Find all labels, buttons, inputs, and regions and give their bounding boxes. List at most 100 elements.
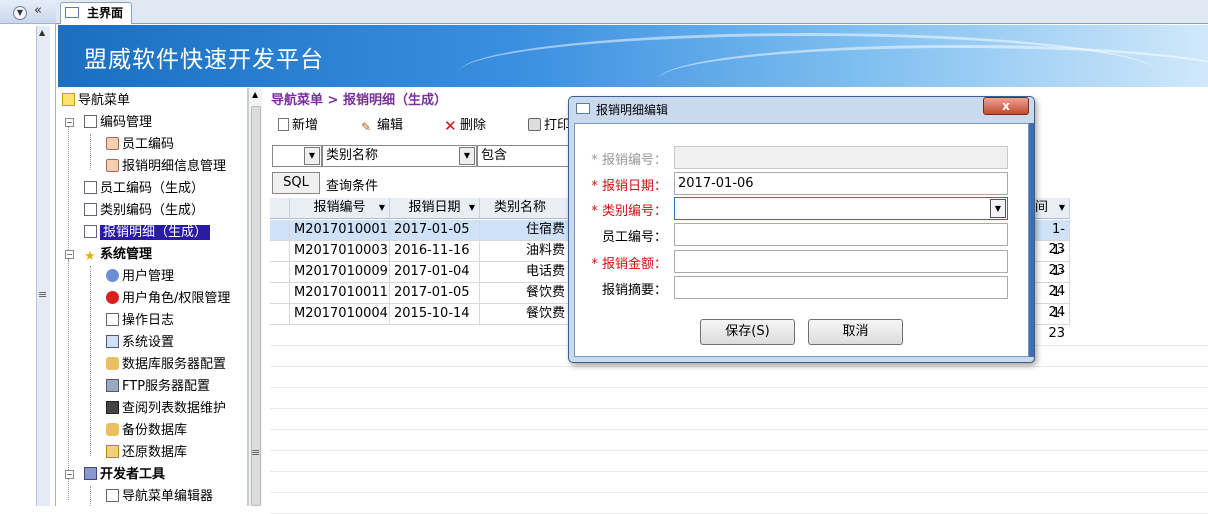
tree-item[interactable]: 开发者工具 [84,465,165,485]
table-cell[interactable]: 1-23 [1035,241,1070,278]
tree-item[interactable]: 还原数据库 [106,443,187,463]
chevron-down-icon[interactable]: ▼ [459,147,475,165]
tree-item-label: 员工编码 [122,137,175,152]
col-header-label: 报销编号 [313,200,366,215]
table-cell[interactable]: 2017-01-05 [390,220,480,241]
table-cell[interactable]: 2016-11-16 [390,241,480,262]
table-cell[interactable]: 餐饮费 [480,304,570,325]
chevron-down-icon[interactable]: ▼ [990,199,1006,218]
nav-pane-header [0,0,56,24]
table-cell[interactable]: 1-24 [1035,283,1070,320]
table-cell[interactable]: 油料费 [480,241,570,262]
tree-item-label: 导航菜单编辑器 [122,489,214,504]
field-input[interactable] [674,250,1008,273]
scroll-up-icon[interactable]: ▲ [252,90,258,99]
tree-item[interactable]: 备份数据库 [106,421,187,441]
table-cell[interactable]: 2017-01-05 [390,283,480,304]
chevron-down-icon[interactable]: ▼ [304,147,320,165]
dropdown-circle-icon[interactable]: ▼ [13,6,27,20]
tree-item[interactable]: 员工编码 [106,135,174,155]
table-cell[interactable]: M2017010001 [290,220,390,241]
tree-item-label: 报销明细（生成） [100,225,211,240]
sort-arrow-icon[interactable]: ▼ [1059,198,1065,218]
tree-item[interactable]: ★ 系统管理 [84,245,152,265]
table-cell[interactable]: 电话费 [480,262,570,283]
empty-grid-row [270,388,1208,409]
scroll-up-icon[interactable]: ▲ [39,28,45,37]
row-selector[interactable] [270,283,290,304]
table-cell[interactable]: 1-24 [1035,262,1070,299]
field-select[interactable]: 类别名称 ▼ [322,145,477,167]
nav-pane-scrollbar[interactable]: ▲ ≡ [36,26,50,506]
col-header-time[interactable]: 间 ▼ [1035,198,1070,219]
tree-item[interactable]: 操作日志 [106,311,174,331]
table-cell[interactable]: M2017010009 [290,262,390,283]
tree-item[interactable]: 报销明细信息管理 [106,157,226,177]
close-button[interactable]: x [983,97,1029,115]
sort-arrow-icon[interactable]: ▼ [469,198,475,218]
tree-item[interactable]: 导航菜单 [62,91,130,111]
table-cell[interactable]: 餐饮费 [480,283,570,304]
tree-item[interactable]: 编码管理 [84,113,152,133]
star-icon: ★ [84,249,96,264]
category-select[interactable] [674,197,1008,220]
table-cell[interactable]: 2015-10-14 [390,304,480,325]
tree-item[interactable]: 导航菜单编辑器 [106,487,213,507]
empty-grid-row [270,472,1208,493]
field-label: * 类别编号： [591,204,667,219]
collapse-node-icon[interactable]: − [65,470,74,479]
col-header-category[interactable]: 类别名称 [480,198,570,219]
tree-item-label: 导航菜单 [78,93,131,108]
tree-scrollbar[interactable]: ▲ ≡ [248,88,262,506]
tree-item-label: 数据库服务器配置 [122,357,227,372]
logic-select[interactable]: ▼ [272,145,322,167]
field-input[interactable] [674,276,1008,299]
sql-button[interactable]: SQL [272,172,320,194]
users-icon [106,269,119,282]
empty-grid-row [270,409,1208,430]
table-cell[interactable]: 1-23 [1035,304,1070,341]
col-header-id[interactable]: 报销编号 ▼ [290,198,390,219]
collapse-node-icon[interactable]: − [65,118,74,127]
row-selector[interactable] [270,241,290,262]
tree-item[interactable]: 数据库服务器配置 [106,355,226,375]
field-input[interactable]: 2017-01-06 [674,172,1008,195]
table-cell[interactable]: M2017010004 [290,304,390,325]
table-cell[interactable]: 住宿费 [480,220,570,241]
delete-button[interactable]: ✕ 删除 [444,114,486,134]
collapse-pane-icon[interactable]: « [34,3,42,18]
sort-arrow-icon[interactable]: ▼ [379,198,385,218]
tree-item-label: 编码管理 [100,115,153,130]
collapse-node-icon[interactable]: − [65,250,74,259]
row-selector[interactable] [270,304,290,325]
form-icon [576,103,590,114]
edit-button[interactable]: ✎ 编辑 [361,114,403,134]
row-selector[interactable] [270,262,290,283]
new-label: 新增 [292,118,319,133]
table-cell[interactable]: 1-23 [1035,220,1070,257]
col-header-date[interactable]: 报销日期 ▼ [390,198,480,219]
table-cell[interactable]: 2017-01-04 [390,262,480,283]
tree-item[interactable]: 用户角色/权限管理 [106,289,230,309]
new-button[interactable]: 新增 [278,114,318,133]
operator-select[interactable]: 包含 [477,145,572,167]
tree-item[interactable]: 员工编码（生成） [84,179,204,199]
save-button[interactable]: 保存(S) [700,319,795,345]
tree-item-label: 员工编码（生成） [100,181,205,196]
tree-item[interactable]: 报销明细（生成） [84,223,211,243]
tree-item[interactable]: 类别编码（生成） [84,201,204,221]
grid-corner[interactable] [270,198,290,219]
tree-item[interactable]: FTP服务器配置 [106,377,210,397]
tree-item[interactable]: 系统设置 [106,333,174,353]
empty-grid-row [270,493,1208,514]
table-cell[interactable]: M2017010011 [290,283,390,304]
row-selector[interactable] [270,220,290,241]
print-button[interactable]: 打印 [528,114,570,133]
table-cell[interactable]: M2017010003 [290,241,390,262]
tree-item-label: FTP服务器配置 [122,379,211,394]
tree-item[interactable]: 查阅列表数据维护 [106,399,226,419]
field-input[interactable] [674,223,1008,246]
cancel-button[interactable]: 取消 [808,319,903,345]
tree-item-label: 系统管理 [100,247,153,262]
tree-item[interactable]: 用户管理 [106,267,174,287]
